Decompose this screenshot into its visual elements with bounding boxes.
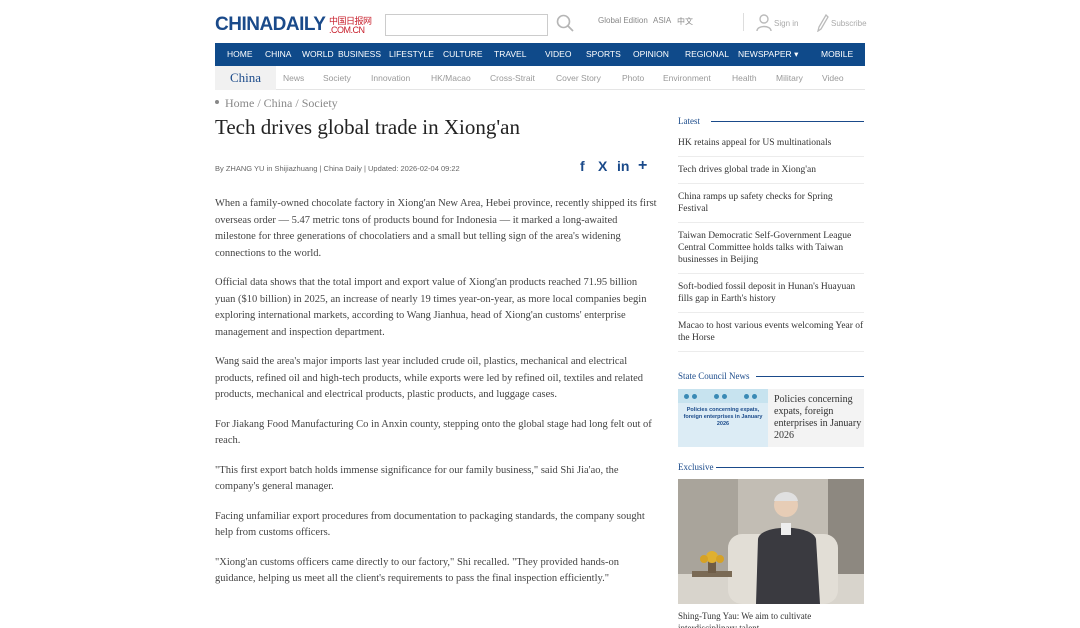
- x-icon[interactable]: X: [598, 158, 607, 174]
- exclusive-section: Exclusive: [678, 461, 864, 473]
- nav-culture[interactable]: CULTURE: [443, 43, 483, 66]
- decor-dot: [684, 394, 689, 399]
- section-title[interactable]: China: [215, 66, 276, 90]
- subnav-photo[interactable]: Photo: [622, 66, 644, 90]
- subnav-hk-macao[interactable]: HK/Macao: [431, 66, 471, 90]
- state-council-link[interactable]: Policies concerning expats, foreign ente…: [774, 394, 862, 442]
- breadcrumb-home[interactable]: Home: [225, 96, 254, 110]
- breadcrumb: Home / China / Society: [215, 96, 338, 111]
- logo-main-text: CHINADAILY: [215, 14, 326, 35]
- main-nav: HOME CHINA WORLD BUSINESS LIFESTYLE CULT…: [215, 43, 865, 66]
- state-council-heading: State Council News: [678, 370, 864, 382]
- pen-icon: [817, 14, 829, 32]
- article-paragraph: Official data shows that the total impor…: [215, 277, 647, 338]
- article-paragraph: Facing unfamiliar export procedures from…: [215, 510, 645, 539]
- nav-opinion[interactable]: OPINION: [633, 43, 669, 66]
- edition-global[interactable]: Global Edition: [598, 16, 648, 25]
- nav-sports[interactable]: SPORTS: [586, 43, 621, 66]
- facebook-icon[interactable]: f: [580, 158, 585, 174]
- nav-travel[interactable]: TRAVEL: [494, 43, 526, 66]
- decor-dot: [752, 394, 757, 399]
- article-body: When a family-owned chocolate factory in…: [215, 196, 657, 601]
- subnav-cross-strait[interactable]: Cross-Strait: [490, 66, 535, 90]
- state-council-card[interactable]: Policies concerning expats, foreign ente…: [678, 389, 864, 447]
- logo-com-text: .COM.CN: [329, 25, 365, 35]
- state-council-section: State Council News: [678, 370, 864, 382]
- edition-chinese[interactable]: 中文: [677, 16, 693, 27]
- state-council-thumbnail: Policies concerning expats, foreign ente…: [678, 389, 768, 447]
- subnav-cover-story[interactable]: Cover Story: [556, 66, 601, 90]
- subnav-innovation[interactable]: Innovation: [371, 66, 410, 90]
- list-item[interactable]: HK retains appeal for US multinationals: [678, 137, 864, 157]
- search-input[interactable]: [385, 14, 548, 36]
- list-item[interactable]: Taiwan Democratic Self-Government League…: [678, 230, 864, 274]
- header-divider: [743, 13, 744, 31]
- heading-rule: [711, 121, 864, 122]
- article-paragraph: Wang said the area's major imports last …: [215, 356, 644, 400]
- chevron-down-icon: ▾: [794, 49, 799, 59]
- breadcrumb-society[interactable]: Society: [302, 96, 338, 110]
- list-item[interactable]: Soft-bodied fossil deposit in Hunan's Hu…: [678, 281, 864, 313]
- nav-regional[interactable]: REGIONAL: [685, 43, 729, 66]
- bullet-icon: [215, 100, 219, 104]
- exclusive-photo[interactable]: [678, 479, 864, 604]
- subscribe-link[interactable]: Subscribe: [817, 14, 867, 32]
- breadcrumb-china[interactable]: China: [264, 96, 293, 110]
- list-item[interactable]: Tech drives global trade in Xiong'an: [678, 164, 864, 184]
- latest-list: HK retains appeal for US multinationals …: [678, 137, 864, 352]
- search-icon: [556, 14, 574, 32]
- subnav-society[interactable]: Society: [323, 66, 351, 90]
- list-item[interactable]: China ramps up safety checks for Spring …: [678, 191, 864, 223]
- nav-video[interactable]: VIDEO: [545, 43, 571, 66]
- article-paragraph: When a family-owned chocolate factory in…: [215, 198, 657, 259]
- edition-asia[interactable]: ASIA: [653, 16, 671, 25]
- nav-world[interactable]: WORLD: [302, 43, 334, 66]
- article-paragraph: For Jiakang Food Manufacturing Co in Anx…: [215, 418, 652, 447]
- subnav-video[interactable]: Video: [822, 66, 844, 90]
- article-byline: By ZHANG YU in Shijiazhuang | China Dail…: [215, 164, 460, 173]
- article-paragraph: "This first export batch holds immense s…: [215, 464, 619, 493]
- top-bar: CHINADAILY 中国日报网 .COM.CN Global Edition …: [215, 10, 867, 40]
- linkedin-icon[interactable]: in: [617, 158, 629, 174]
- heading-rule: [716, 467, 864, 468]
- latest-section: Latest HK retains appeal for US multinat…: [678, 115, 864, 352]
- plus-icon[interactable]: +: [638, 158, 647, 174]
- subnav-health[interactable]: Health: [732, 66, 757, 90]
- interview-photo-illustration: [678, 479, 864, 604]
- nav-lifestyle[interactable]: LIFESTYLE: [389, 43, 434, 66]
- decor-dot: [744, 394, 749, 399]
- decor-dot: [714, 394, 719, 399]
- decor-dot: [692, 394, 697, 399]
- section-nav: China News Society Innovation HK/Macao C…: [215, 66, 865, 90]
- heading-rule: [756, 376, 864, 377]
- site-logo[interactable]: CHINADAILY: [215, 14, 326, 36]
- latest-heading: Latest: [678, 115, 864, 127]
- list-item[interactable]: Macao to host various events welcoming Y…: [678, 320, 864, 352]
- exclusive-caption[interactable]: Shing-Tung Yau: We aim to cultivate inte…: [678, 610, 864, 628]
- sign-in-link[interactable]: Sign in: [756, 14, 798, 32]
- article-title: Tech drives global trade in Xiong'an: [215, 115, 520, 139]
- exclusive-heading: Exclusive: [678, 461, 864, 473]
- nav-business[interactable]: BUSINESS: [338, 43, 381, 66]
- decor-dot: [722, 394, 727, 399]
- article-paragraph: "Xiong'an customs officers came directly…: [215, 556, 620, 585]
- nav-home[interactable]: HOME: [227, 43, 253, 66]
- nav-china[interactable]: CHINA: [265, 43, 291, 66]
- search-button[interactable]: [555, 13, 577, 35]
- nav-newspaper[interactable]: NEWSPAPER ▾: [738, 43, 798, 66]
- thumbnail-caption: Policies concerning expats, foreign ente…: [683, 407, 763, 427]
- subnav-news[interactable]: News: [283, 66, 304, 90]
- subnav-military[interactable]: Military: [776, 66, 803, 90]
- user-icon: [756, 14, 772, 32]
- nav-mobile[interactable]: MOBILE: [821, 43, 853, 66]
- subnav-environment[interactable]: Environment: [663, 66, 711, 90]
